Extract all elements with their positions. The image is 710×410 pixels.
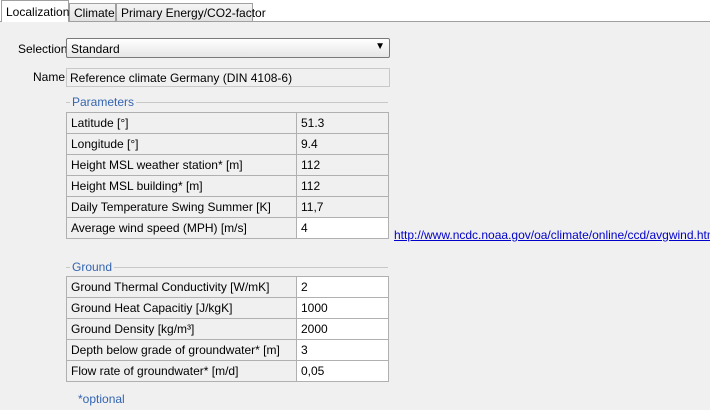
groundwater-flow-input[interactable]: 0,05: [296, 360, 389, 382]
selection-dropdown[interactable]: Standard ▼: [66, 38, 390, 58]
table-row: Daily Temperature Swing Summer [K] 11,7: [66, 196, 389, 218]
groundwater-depth-input[interactable]: 3: [296, 339, 389, 361]
parameters-group: Parameters: [66, 95, 388, 109]
table-row: Average wind speed (MPH) [m/s] 4: [66, 217, 389, 239]
ground-group-title: Ground: [70, 260, 115, 274]
table-row: Height MSL building* [m] 112: [66, 175, 389, 197]
thermal-conductivity-input[interactable]: 2: [296, 276, 389, 298]
parameters-group-title: Parameters: [70, 95, 137, 109]
temperature-swing-value: 11,7: [296, 196, 389, 218]
tab-primary-energy-co2-factor[interactable]: Primary Energy/CO2-factor: [116, 3, 266, 21]
longitude-label: Longitude [°]: [66, 133, 297, 155]
tab-localization[interactable]: Localization: [1, 0, 69, 22]
height-weather-station-value: 112: [296, 154, 389, 176]
table-row: Ground Thermal Conductivity [W/mK] 2: [66, 276, 389, 298]
table-row: Longitude [°] 9.4: [66, 133, 389, 155]
groundwater-flow-label: Flow rate of groundwater* [m/d]: [66, 360, 297, 382]
height-weather-station-label: Height MSL weather station* [m]: [66, 154, 297, 176]
table-row: Height MSL weather station* [m] 112: [66, 154, 389, 176]
tab-climate[interactable]: Climate: [69, 3, 116, 21]
latitude-value: 51.3: [296, 112, 389, 134]
table-row: Latitude [°] 51.3: [66, 112, 389, 134]
height-building-value: 112: [296, 175, 389, 197]
wind-speed-label: Average wind speed (MPH) [m/s]: [66, 217, 297, 239]
groundwater-depth-label: Depth below grade of groundwater* [m]: [66, 339, 297, 361]
ground-density-input[interactable]: 2000: [296, 318, 389, 340]
optional-footnote: *optional: [78, 392, 125, 406]
latitude-label: Latitude [°]: [66, 112, 297, 134]
temperature-swing-label: Daily Temperature Swing Summer [K]: [66, 196, 297, 218]
name-value: Reference climate Germany (DIN 4108-6): [70, 71, 293, 85]
thermal-conductivity-label: Ground Thermal Conductivity [W/mK]: [66, 276, 297, 298]
dropdown-arrow-icon: ▼: [375, 41, 385, 52]
heat-capacity-label: Ground Heat Capacitiy [J/kgK]: [66, 297, 297, 319]
height-building-label: Height MSL building* [m]: [66, 175, 297, 197]
ground-density-label: Ground Density [kg/m³]: [66, 318, 297, 340]
table-row: Ground Density [kg/m³] 2000: [66, 318, 389, 340]
ground-group: Ground: [66, 260, 388, 274]
tab-strip: Localization Climate Primary Energy/CO2-…: [0, 0, 710, 22]
avgwind-link[interactable]: http://www.ncdc.noaa.gov/oa/climate/onli…: [394, 228, 710, 242]
selection-label: Selection: [18, 42, 68, 56]
name-field: Reference climate Germany (DIN 4108-6): [66, 68, 390, 87]
wind-speed-input[interactable]: 4: [296, 217, 389, 239]
table-row: Flow rate of groundwater* [m/d] 0,05: [66, 360, 389, 382]
table-row: Ground Heat Capacitiy [J/kgK] 1000: [66, 297, 389, 319]
ground-table: Ground Thermal Conductivity [W/mK] 2 Grou…: [66, 276, 389, 382]
table-row: Depth below grade of groundwater* [m] 3: [66, 339, 389, 361]
name-label: Name: [33, 70, 66, 84]
parameters-table: Latitude [°] 51.3 Longitude [°] 9.4 Height…: [66, 112, 389, 239]
selection-value: Standard: [71, 42, 120, 56]
heat-capacity-input[interactable]: 1000: [296, 297, 389, 319]
longitude-value: 9.4: [296, 133, 389, 155]
